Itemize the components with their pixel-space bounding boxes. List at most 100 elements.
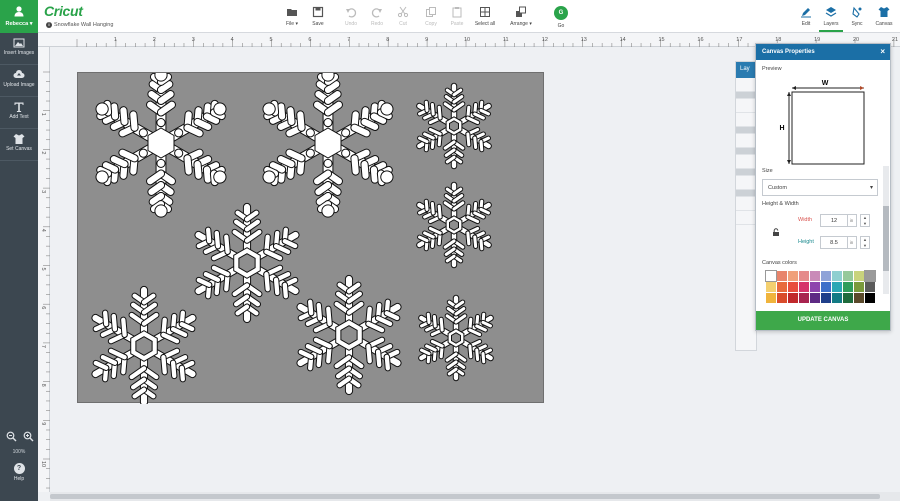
color-swatch[interactable] [854,282,864,292]
help-button[interactable]: ? Help [0,463,38,482]
horizontal-scrollbar[interactable] [50,492,900,501]
color-swatch[interactable] [799,271,809,281]
undo-button[interactable]: Undo [338,6,364,27]
color-swatch[interactable] [854,293,864,303]
width-stepper[interactable]: ▲ ▼ [860,214,870,227]
top-toolbar: Rebecca ▾ Cricut i Snowflake Wall Hanging… [0,0,900,33]
cut-icon [397,6,409,18]
left-sidebar: Insert Images Upload Image Add Text Set Can… [0,33,38,501]
sidebar-item-label: Upload Image [3,82,35,88]
layer-group-header[interactable] [736,148,756,155]
copy-button[interactable]: Copy [418,6,444,27]
color-swatch[interactable] [832,293,842,303]
sidebar-item-upload-image[interactable]: Upload Image [0,65,38,97]
color-swatch[interactable] [766,282,776,292]
layer-row[interactable] [736,155,756,169]
close-icon[interactable]: × [880,47,885,56]
color-swatch[interactable] [788,293,798,303]
ruler-label: 1 [114,37,117,43]
layer-row[interactable] [736,176,756,190]
tab-edit[interactable]: Edit [794,6,818,27]
layer-row[interactable] [736,197,756,211]
chevron-down-icon: ▾ [869,185,873,191]
redo-button[interactable]: Redo [364,6,390,27]
tab-canvas[interactable]: Canvas [872,6,896,27]
cut-button[interactable]: Cut [390,6,416,27]
layer-group-header[interactable] [736,169,756,176]
color-swatch[interactable] [821,271,831,281]
color-swatch[interactable] [777,293,787,303]
layer-group-header[interactable] [736,190,756,197]
paste-button[interactable]: Paste [444,6,470,27]
user-menu[interactable]: Rebecca ▾ [0,0,38,33]
sidebar-item-set-canvas[interactable]: Set Canvas [0,129,38,161]
color-swatch[interactable] [765,270,777,282]
color-swatch[interactable] [810,271,820,281]
color-swatch[interactable] [810,293,820,303]
file-label: File [286,21,295,27]
snowflake-shape [262,73,394,218]
layers-panel: Lay [735,61,757,351]
color-swatch[interactable] [865,282,875,292]
file-button[interactable]: File ▾ [279,6,305,27]
sidebar-item-insert-images[interactable]: Insert Images [0,33,38,65]
color-swatch[interactable] [865,293,875,303]
layer-group-header[interactable] [736,127,756,134]
select-all-button[interactable]: Select all [472,6,498,27]
canvas-properties-panel: Canvas Properties × Preview W H Size Cus… [755,43,891,331]
color-swatch[interactable] [843,282,853,292]
update-canvas-button[interactable]: UPDATE CANVAS [756,311,890,330]
color-swatch[interactable] [799,282,809,292]
color-swatch[interactable] [766,293,776,303]
save-label: Save [312,21,324,27]
panel-scrollbar[interactable] [883,166,889,294]
color-swatch[interactable] [810,282,820,292]
layer-row[interactable] [736,113,756,127]
ruler-label: 5 [40,268,46,271]
color-swatch[interactable] [854,271,864,281]
sidebar-item-add-text[interactable]: Add Text [0,97,38,129]
layer-row[interactable] [736,211,756,225]
color-swatch[interactable] [788,282,798,292]
ruler-label: 15 [659,37,665,43]
horizontal-scrollbar-thumb[interactable] [50,494,880,499]
canvas-mat[interactable] [77,72,544,404]
layer-group-header[interactable] [736,92,756,99]
info-icon[interactable]: i [46,22,52,28]
color-swatch[interactable] [777,282,787,292]
zoom-in-icon[interactable] [23,431,34,442]
lock-icon[interactable] [772,228,780,236]
color-swatch[interactable] [799,293,809,303]
arrange-button[interactable]: Arrange ▾ [508,6,534,27]
color-swatch[interactable] [821,293,831,303]
save-button[interactable]: Save [305,6,331,27]
color-swatch[interactable] [843,293,853,303]
width-unit: in [847,214,857,227]
color-swatch[interactable] [788,271,798,281]
ruler-label: 21 [892,37,898,43]
color-swatch[interactable] [832,282,842,292]
snowflake-artwork [91,73,494,404]
width-input[interactable]: 12 [820,214,848,227]
go-label: Go [557,23,565,29]
tab-sync[interactable]: Sync [845,6,869,27]
height-input[interactable]: 8.5 [820,236,848,249]
layer-row[interactable] [736,78,756,92]
tab-layers[interactable]: Layers [819,6,843,32]
copy-icon [426,7,436,17]
user-name: Rebecca ▾ [5,21,33,27]
ruler-label: 2 [40,151,46,154]
layer-row[interactable] [736,134,756,148]
color-swatch[interactable] [864,270,876,282]
panel-scrollbar-thumb[interactable] [883,206,889,271]
color-swatch[interactable] [777,271,787,281]
color-swatch[interactable] [832,271,842,281]
color-swatch[interactable] [821,282,831,292]
height-stepper[interactable]: ▲ ▼ [860,236,870,249]
color-swatch[interactable] [843,271,853,281]
go-button[interactable]: G Go [553,6,569,29]
zoom-out-icon[interactable] [6,431,17,442]
layer-row[interactable] [736,99,756,113]
size-select[interactable]: Custom ▾ [762,179,878,196]
image-icon [13,38,25,48]
